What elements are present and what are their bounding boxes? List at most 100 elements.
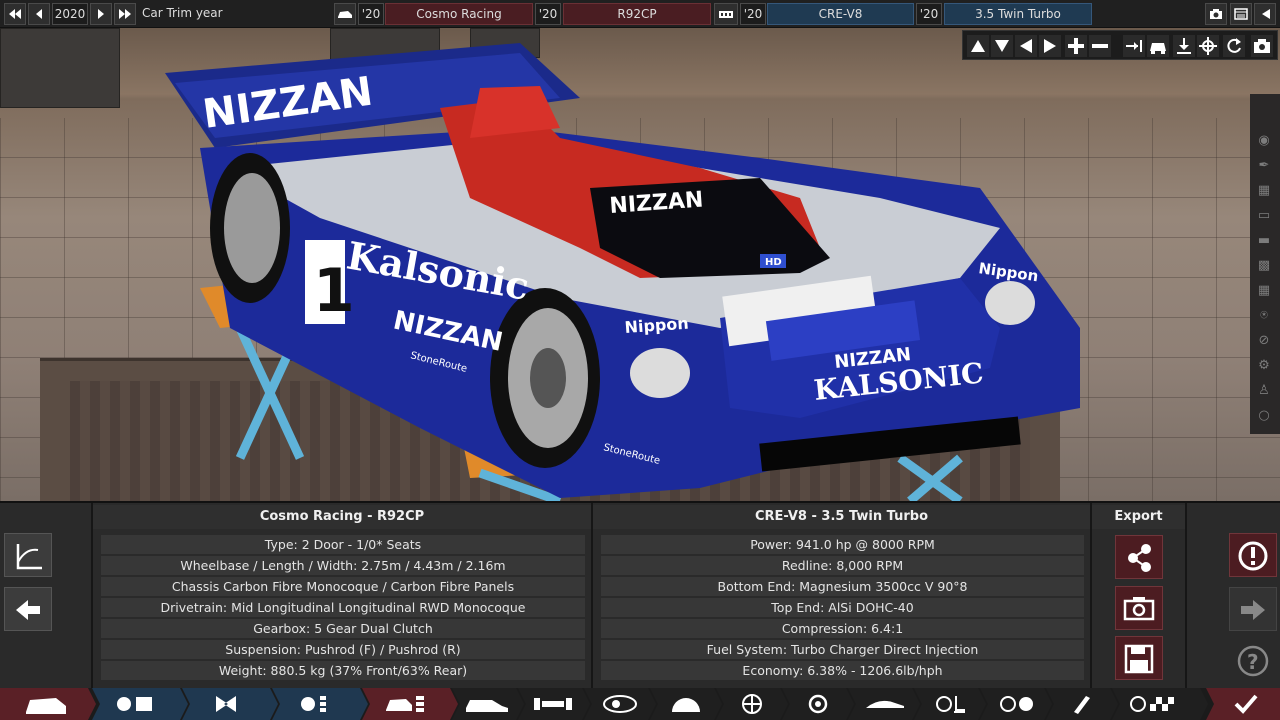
nav-aero[interactable] bbox=[650, 688, 722, 720]
left-arrow-icon bbox=[36, 9, 42, 19]
download-arrow-icon bbox=[1177, 38, 1191, 54]
warning-button[interactable] bbox=[1229, 533, 1277, 577]
suspension-icon: ⍟ bbox=[1260, 308, 1268, 323]
share-button[interactable] bbox=[1115, 535, 1163, 579]
back-button[interactable] bbox=[1254, 3, 1276, 25]
menu-button[interactable] bbox=[1230, 3, 1252, 25]
next-year-button[interactable] bbox=[90, 3, 112, 25]
nav-lights[interactable] bbox=[584, 688, 656, 720]
nav-finish[interactable] bbox=[1206, 688, 1280, 720]
triangle-left-icon bbox=[1020, 39, 1032, 53]
nav-body[interactable] bbox=[452, 688, 524, 720]
gear-visibility-button[interactable]: ⚙ bbox=[1253, 355, 1275, 377]
photo-mode-button[interactable] bbox=[1251, 35, 1273, 57]
nav-paint[interactable] bbox=[1046, 688, 1118, 720]
graph-button[interactable] bbox=[4, 533, 52, 577]
view-toolbar bbox=[962, 30, 1278, 60]
nav-model-files[interactable] bbox=[92, 688, 188, 720]
engine-block-icon bbox=[719, 11, 733, 18]
chassis-visibility-button[interactable]: ▦ bbox=[1253, 280, 1275, 302]
view-side-button[interactable] bbox=[1123, 35, 1145, 57]
center-view-button[interactable] bbox=[1197, 35, 1219, 57]
nav-engine-files[interactable] bbox=[272, 688, 368, 720]
car-viewport[interactable]: NIZZAN NIZZAN 1 Kalsonic NIZZAN StoneRou… bbox=[0, 28, 1280, 501]
paint-visibility-button[interactable]: ✒ bbox=[1253, 155, 1275, 177]
rotate-down-button[interactable] bbox=[991, 35, 1013, 57]
engine-name-field[interactable]: CRE-V8 bbox=[767, 3, 914, 25]
right-arrow-icon bbox=[98, 9, 104, 19]
hood-badge: HD bbox=[765, 257, 782, 268]
lower-button[interactable] bbox=[1173, 35, 1195, 57]
nav-wheels[interactable] bbox=[716, 688, 788, 720]
camera-icon bbox=[1254, 39, 1270, 53]
paint-brush-icon bbox=[1046, 688, 1118, 720]
engine-spec-row: Redline: 8,000 RPM bbox=[601, 556, 1084, 575]
car-spec-row: Weight: 880.5 kg (37% Front/63% Rear) bbox=[101, 661, 585, 680]
suspension-visibility-button[interactable]: ⍟ bbox=[1253, 305, 1275, 327]
rotate-icon bbox=[1227, 38, 1241, 53]
car-spec-row: Chassis Carbon Fibre Monocoque / Carbon … bbox=[101, 577, 585, 596]
nav-car-files[interactable] bbox=[362, 688, 458, 720]
bottom-nav bbox=[0, 688, 1280, 720]
prev-year-button[interactable] bbox=[28, 3, 50, 25]
engine-spec-row: Economy: 6.38% - 1206.6lb/hph bbox=[601, 661, 1084, 680]
first-year-button[interactable] bbox=[4, 3, 26, 25]
triangle-right-icon bbox=[1044, 39, 1056, 53]
body-visibility-button[interactable]: ▭ bbox=[1253, 205, 1275, 227]
nav-aero-body[interactable] bbox=[848, 688, 920, 720]
brush-icon: ✒ bbox=[1258, 158, 1270, 173]
engine-icon-button[interactable] bbox=[714, 3, 738, 25]
nav-engine-design[interactable] bbox=[182, 688, 278, 720]
nav-testing[interactable] bbox=[1112, 688, 1208, 720]
left-arrow-icon bbox=[16, 600, 40, 620]
zoom-out-button[interactable] bbox=[1089, 35, 1111, 57]
hide-button[interactable]: ⊘ bbox=[1253, 330, 1275, 352]
reset-view-button[interactable] bbox=[1223, 35, 1245, 57]
svg-text:?: ? bbox=[1247, 650, 1259, 674]
view-front-button[interactable] bbox=[1147, 35, 1169, 57]
camera-icon bbox=[1123, 597, 1155, 621]
model-icon-button[interactable] bbox=[334, 3, 356, 25]
nav-interior[interactable] bbox=[914, 688, 986, 720]
next-button[interactable] bbox=[1229, 587, 1277, 631]
trim-name-field[interactable]: R92CP bbox=[563, 3, 711, 25]
top-bar: 2020 Car Trim year '20 Cosmo Racing '20 … bbox=[0, 0, 1280, 28]
nav-tuning[interactable] bbox=[980, 688, 1052, 720]
triangle-up-icon bbox=[971, 40, 985, 52]
screenshot-button[interactable] bbox=[1205, 3, 1227, 25]
driver-visibility-button[interactable]: ♙ bbox=[1253, 380, 1275, 402]
interior-visibility-button[interactable]: ▩ bbox=[1253, 255, 1275, 277]
help-button[interactable]: ? bbox=[1229, 639, 1277, 683]
camera-icon bbox=[1210, 9, 1222, 19]
year-field[interactable]: 2020 bbox=[52, 3, 88, 25]
arrow-to-line-icon bbox=[1126, 40, 1142, 52]
wheel-visibility-button[interactable]: ◉ bbox=[1253, 130, 1275, 152]
question-icon: ? bbox=[1237, 645, 1269, 677]
right-arrow-icon bbox=[1241, 600, 1265, 620]
export-photo-button[interactable] bbox=[1115, 586, 1163, 630]
nav-chassis[interactable] bbox=[518, 688, 590, 720]
triangle-down-icon bbox=[995, 40, 1009, 52]
zoom-in-button[interactable] bbox=[1065, 35, 1087, 57]
circle-visibility-button[interactable]: ○ bbox=[1253, 405, 1275, 427]
engine-visibility-button[interactable]: ▦ bbox=[1253, 180, 1275, 202]
rotate-left-button[interactable] bbox=[1015, 35, 1037, 57]
engine-year: '20 bbox=[740, 3, 766, 25]
save-button[interactable] bbox=[1115, 636, 1163, 680]
brake-disc-icon bbox=[782, 688, 854, 720]
car-visibility-button[interactable]: ▬ bbox=[1253, 230, 1275, 252]
back-arrow-icon bbox=[1262, 9, 1270, 19]
car-spec-row: Drivetrain: Mid Longitudinal Longitudina… bbox=[101, 598, 585, 617]
car-spec-row: Gearbox: 5 Gear Dual Clutch bbox=[101, 619, 585, 638]
nav-brakes[interactable] bbox=[782, 688, 854, 720]
last-year-button[interactable] bbox=[114, 3, 136, 25]
nav-car-model[interactable] bbox=[0, 688, 96, 720]
back-arrow-button[interactable] bbox=[4, 587, 52, 631]
variant-name-field[interactable]: 3.5 Twin Turbo bbox=[944, 3, 1092, 25]
no-entry-icon: ⊘ bbox=[1258, 333, 1270, 348]
warning-icon bbox=[1238, 541, 1268, 571]
rotate-right-button[interactable] bbox=[1039, 35, 1061, 57]
rotate-up-button[interactable] bbox=[967, 35, 989, 57]
model-name-field[interactable]: Cosmo Racing bbox=[385, 3, 533, 25]
info-panel: Cosmo Racing - R92CP Type: 2 Door - 1/0*… bbox=[0, 501, 1280, 690]
